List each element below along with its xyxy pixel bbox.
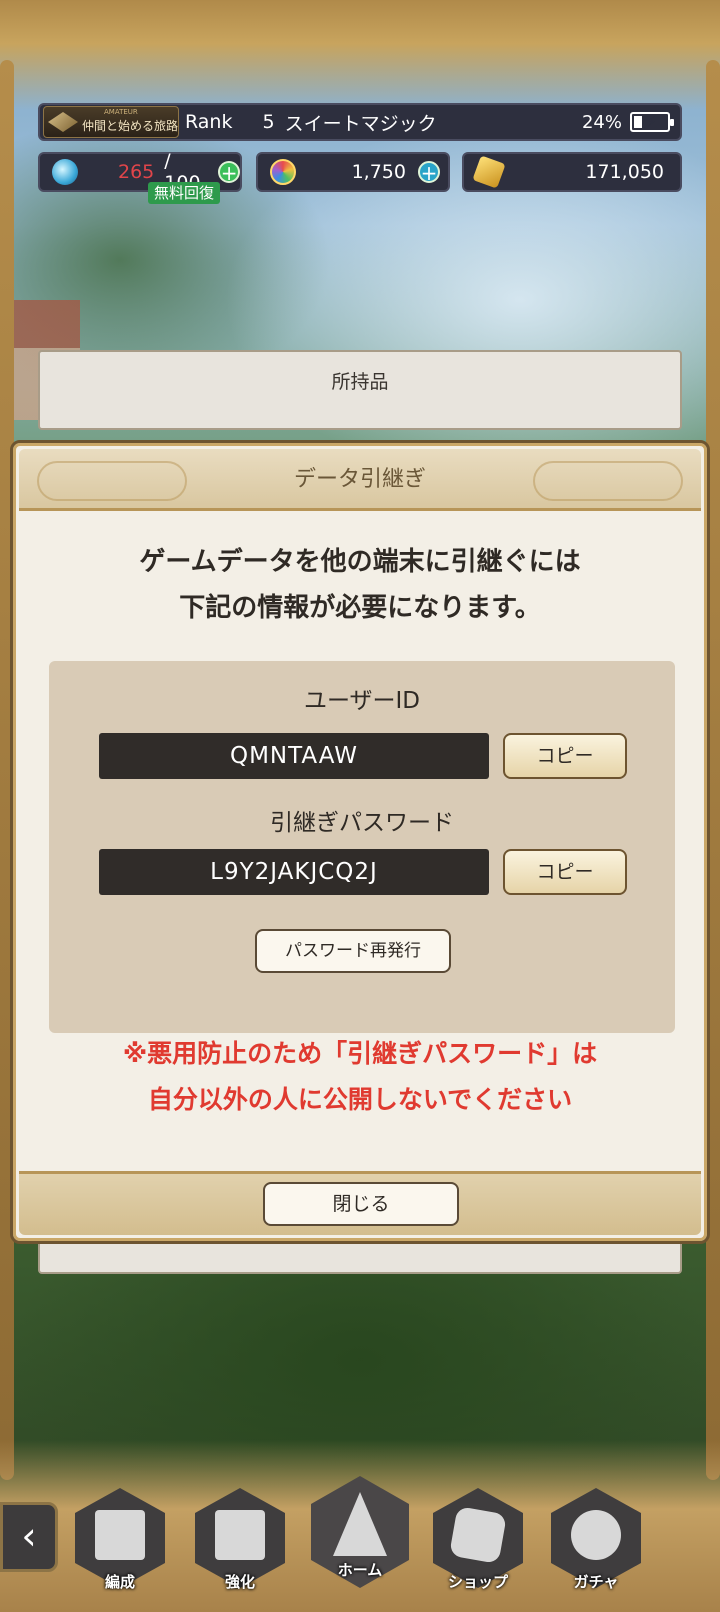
- nav-enhance-label: 強化: [224, 1573, 255, 1591]
- data-transfer-dialog: データ引継ぎ ゲームデータを他の端末に引継ぐには 下記の情報が必要になります。 …: [10, 440, 710, 1244]
- description-line-2: 下記の情報が必要になります。: [179, 593, 541, 623]
- nav-formation-label: 編成: [104, 1573, 135, 1591]
- nav-gacha[interactable]: ガチャ: [546, 1488, 646, 1598]
- nav-shop[interactable]: ショップ: [428, 1488, 528, 1598]
- rank-tier: AMATEUR: [104, 108, 138, 116]
- warning-message: ※悪用防止のため「引継ぎパスワード」は 自分以外の人に公開しないでください: [13, 1031, 707, 1123]
- gem-counter[interactable]: 1,750 +: [256, 152, 450, 192]
- bolt-icon: ⚡: [646, 112, 658, 131]
- player-name: スイートマジック: [284, 112, 437, 135]
- add-stamina-icon[interactable]: +: [218, 161, 240, 183]
- header-ornament-left: [37, 461, 187, 501]
- coin-icon: [472, 155, 506, 189]
- shop-glyph: [449, 1506, 507, 1564]
- close-button[interactable]: 閉じる: [263, 1182, 459, 1226]
- back-button[interactable]: ‹: [0, 1502, 58, 1572]
- description-line-1: ゲームデータを他の端末に引継ぐには: [139, 547, 581, 577]
- warning-line-2: 自分以外の人に公開しないでください: [147, 1085, 573, 1114]
- battery-charging-icon: ⚡: [630, 112, 674, 132]
- nav-gacha-label: ガチャ: [573, 1573, 619, 1591]
- battery-percent: 24%: [581, 111, 622, 133]
- user-id-field: QMNTAAW: [99, 733, 489, 779]
- enhance-glyph: [215, 1510, 265, 1560]
- rank-level: 5: [262, 111, 275, 133]
- warning-line-1: ※悪用防止のため「引継ぎパスワード」は: [122, 1039, 598, 1068]
- nav-home[interactable]: ホーム: [310, 1476, 410, 1588]
- rank-title-badge: AMATEUR 仲間と始める旅路: [43, 106, 179, 138]
- nav-home-label: ホーム: [337, 1561, 383, 1579]
- rank-label: Rank: [185, 111, 233, 133]
- free-recover-badge[interactable]: 無料回復: [148, 182, 221, 204]
- top-frame-ornament: [0, 0, 720, 110]
- password-field: L9Y2JAKJCQ2J: [99, 849, 489, 895]
- copy-user-id-button[interactable]: コピー: [503, 733, 627, 779]
- nav-enhance[interactable]: 強化: [190, 1488, 290, 1598]
- gacha-glyph: [571, 1510, 621, 1560]
- formation-glyph: [95, 1510, 145, 1560]
- stamina-current: 265: [118, 161, 155, 183]
- password-label: 引継ぎパスワード: [270, 810, 454, 836]
- coin-counter: 171,050: [462, 152, 682, 192]
- user-id-label: ユーザーID: [303, 688, 421, 714]
- dialog-title: データ引継ぎ: [293, 467, 426, 492]
- coin-value: 171,050: [585, 161, 664, 183]
- home-glyph: [333, 1492, 387, 1556]
- nav-shop-label: ショップ: [447, 1573, 508, 1591]
- credentials-box: ユーザーID QMNTAAW コピー 引継ぎパスワード L9Y2JAKJCQ2J…: [49, 661, 675, 1033]
- orb-icon: [270, 159, 296, 185]
- copy-password-button[interactable]: コピー: [503, 849, 627, 895]
- battery-fill: [634, 116, 642, 128]
- gem-value: 1,750: [351, 161, 406, 183]
- header-ornament-right: [533, 461, 683, 501]
- rank-emblem-icon: [48, 112, 78, 132]
- add-gems-icon[interactable]: +: [418, 161, 440, 183]
- rank-bar[interactable]: AMATEUR 仲間と始める旅路 Rank 5 スイートマジック 24% ⚡: [38, 103, 682, 141]
- reissue-password-button[interactable]: パスワード再発行: [255, 929, 451, 973]
- potion-icon: [52, 159, 78, 185]
- nav-formation[interactable]: 編成: [70, 1488, 170, 1598]
- dialog-header: データ引継ぎ: [19, 449, 701, 511]
- dialog-footer: 閉じる: [19, 1171, 701, 1235]
- dialog-description: ゲームデータを他の端末に引継ぐには 下記の情報が必要になります。: [13, 539, 707, 631]
- rank-title: 仲間と始める旅路: [82, 118, 179, 133]
- inventory-panel-header: 所持品: [38, 350, 682, 430]
